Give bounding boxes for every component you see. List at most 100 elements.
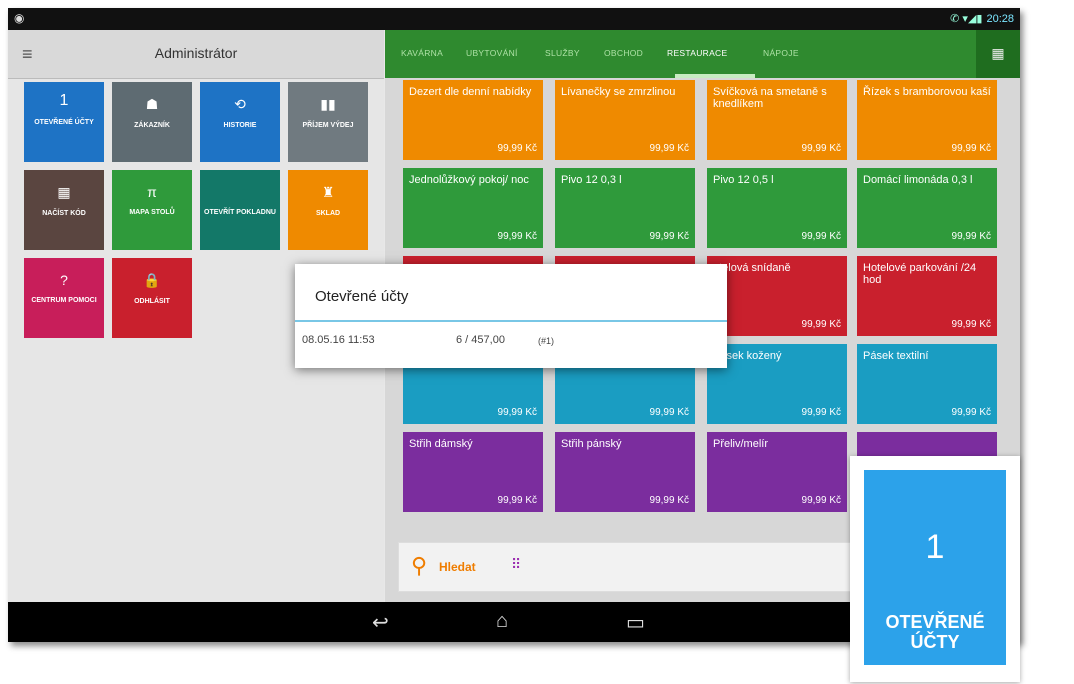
dialog-title: Otevřené účty [315,288,409,305]
product-name: Přeliv/melír [713,438,769,450]
product-price: 99,99 Kč [951,231,991,242]
chart-icon: ▮▮ [320,96,336,112]
product-price: 99,99 Kč [801,495,841,506]
product-tile[interactable]: Lívanečky se zmrzlinou 99,99 Kč [555,80,695,160]
product-price: 99,99 Kč [497,407,537,418]
android-icon: ◉ [14,11,25,25]
product-price: 99,99 Kč [801,407,841,418]
open-accounts-dialog: Otevřené účty 08.05.16 11:53 6 / 457,00 … [295,264,727,368]
status-bar: ◉ ✆ ▾◢▮ 20:28 [8,8,1020,30]
zoom-label: OTEVŘENÉ ÚČTY [864,612,1006,652]
tab-obchod[interactable]: OBCHOD [604,48,643,58]
product-price: 99,99 Kč [951,407,991,418]
tile-logout[interactable]: 🔒 ODHLÁSIT [112,258,192,338]
product-name: Pásek textilní [863,350,929,362]
table-icon: π [147,184,157,200]
product-name: Jednolůžkový pokoj/ noc [409,174,529,186]
category-tabs-bar: KAVÁRNA UBYTOVÁNÍ SLUŽBY OBCHOD RESTAURA… [385,30,1020,78]
tile-history[interactable]: ⟲ HISTORIE [200,82,280,162]
product-price: 99,99 Kč [951,143,991,154]
tab-restaurace[interactable]: RESTAURACE [667,48,727,58]
product-tile[interactable]: Hotelové parkování /24 hod 99,99 Kč [857,256,997,336]
status-glyphs: ✆ ▾◢▮ [950,13,983,25]
dialog-divider [295,320,727,322]
tab-napoje[interactable]: NÁPOJE [763,48,799,58]
tile-label: OTEVŘENÉ ÚČTY [34,119,94,126]
product-name: Řízek s bramborovou kaší [863,86,991,98]
product-tile[interactable]: Domácí limonáda 0,3 l 99,99 Kč [857,168,997,248]
product-name: Střih dámský [409,438,473,450]
admin-header: ≡ Administrátor [8,30,384,79]
tile-stock[interactable]: ♜ SKLAD [288,170,368,250]
product-name: Lívanečky se zmrzlinou [561,86,676,98]
zoom-count: 1 [925,528,945,566]
tile-label: PŘÍJEM VÝDEJ [302,122,354,129]
product-name: Svíčková na smetaně s knedlíkem [713,86,827,110]
clock: 20:28 [986,13,1014,25]
product-tile[interactable]: Pásek kožený 99,99 Kč [707,344,847,424]
zoom-label-line1: OTEVŘENÉ [885,612,985,632]
product-name: Dezert dle denní nabídky [409,86,532,98]
product-tile[interactable]: Střih pánský 99,99 Kč [555,432,695,512]
tile-label: CENTRUM POMOCI [31,297,97,304]
admin-title: Administrátor [154,45,238,61]
product-name: otelová snídaně [713,262,791,274]
product-tile[interactable]: Svíčková na smetaně s knedlíkem 99,99 Kč [707,80,847,160]
product-price: 99,99 Kč [801,319,841,330]
status-icons: ✆ ▾◢▮ 20:28 [950,12,1014,25]
qr-icon: ▦ [57,184,71,200]
product-tile[interactable]: Pivo 12 0,3 l 99,99 Kč [555,168,695,248]
tile-help-center[interactable]: ? CENTRUM POMOCI [24,258,104,338]
account-date: 08.05.16 11:53 [302,334,375,346]
product-tile[interactable]: Jednolůžkový pokoj/ noc 99,99 Kč [403,168,543,248]
tile-table-map[interactable]: π MAPA STOLŮ [112,170,192,250]
open-accounts-count: 1 [59,92,69,109]
search-label[interactable]: Hledat [439,560,476,574]
product-price: 99,99 Kč [649,407,689,418]
tab-ubytovani[interactable]: UBYTOVÁNÍ [466,48,518,58]
product-name: Pivo 12 0,3 l [561,174,622,186]
search-icon[interactable]: ⚲ [411,553,427,579]
tile-label: ZÁKAZNÍK [134,122,170,129]
product-price: 99,99 Kč [951,319,991,330]
product-price: 99,99 Kč [649,495,689,506]
product-tile[interactable]: otelová snídaně 99,99 Kč [707,256,847,336]
account-number: (#1) [538,336,555,346]
active-tab-indicator [675,74,755,78]
tile-label: NAČÍST KÓD [42,210,86,217]
tile-open-accounts[interactable]: 1 OTEVŘENÉ ÚČTY [24,82,104,162]
tile-label: SKLAD [315,210,341,217]
product-tile[interactable]: Pivo 12 0,5 l 99,99 Kč [707,168,847,248]
keypad-icon[interactable]: ⠿ [511,556,521,573]
tile-customer[interactable]: ☗ ZÁKAZNÍK [112,82,192,162]
product-tile[interactable]: Pásek textilní 99,99 Kč [857,344,997,424]
product-price: 99,99 Kč [801,231,841,242]
product-tile[interactable]: Přeliv/melír 99,99 Kč [707,432,847,512]
tile-income-expense[interactable]: ▮▮ PŘÍJEM VÝDEJ [288,82,368,162]
lock-icon: 🔒 [143,272,161,288]
product-tile[interactable]: Řízek s bramborovou kaší 99,99 Kč [857,80,997,160]
product-name: Pivo 12 0,5 l [713,174,774,186]
forklift-icon: ♜ [321,184,335,200]
recent-apps-icon[interactable]: ▭ [626,610,645,635]
back-icon[interactable]: ↩ [372,610,389,635]
grid-menu-icon[interactable]: ▦ [976,30,1020,78]
product-price: 99,99 Kč [497,231,537,242]
tile-open-drawer[interactable]: OTEVŘÍT POKLADNU [200,170,280,250]
person-icon: ☗ [145,96,159,112]
tab-kavarna[interactable]: KAVÁRNA [401,48,443,58]
zoomed-tile-callout: 1 OTEVŘENÉ ÚČTY [850,456,1020,682]
product-price: 99,99 Kč [801,143,841,154]
tile-label: ODHLÁSIT [134,298,170,305]
home-icon[interactable]: ⌂ [496,610,508,633]
account-amount: 6 / 457,00 [456,334,505,346]
product-tile[interactable]: Střih dámský 99,99 Kč [403,432,543,512]
product-price: 99,99 Kč [497,143,537,154]
tile-label: OTEVŘÍT POKLADNU [204,209,276,216]
tile-scan-code[interactable]: ▦ NAČÍST KÓD [24,170,104,250]
product-price: 99,99 Kč [649,143,689,154]
product-tile[interactable]: Dezert dle denní nabídky 99,99 Kč [403,80,543,160]
tab-sluzby[interactable]: SLUŽBY [545,48,580,58]
product-name: Pásek kožený [713,350,782,362]
